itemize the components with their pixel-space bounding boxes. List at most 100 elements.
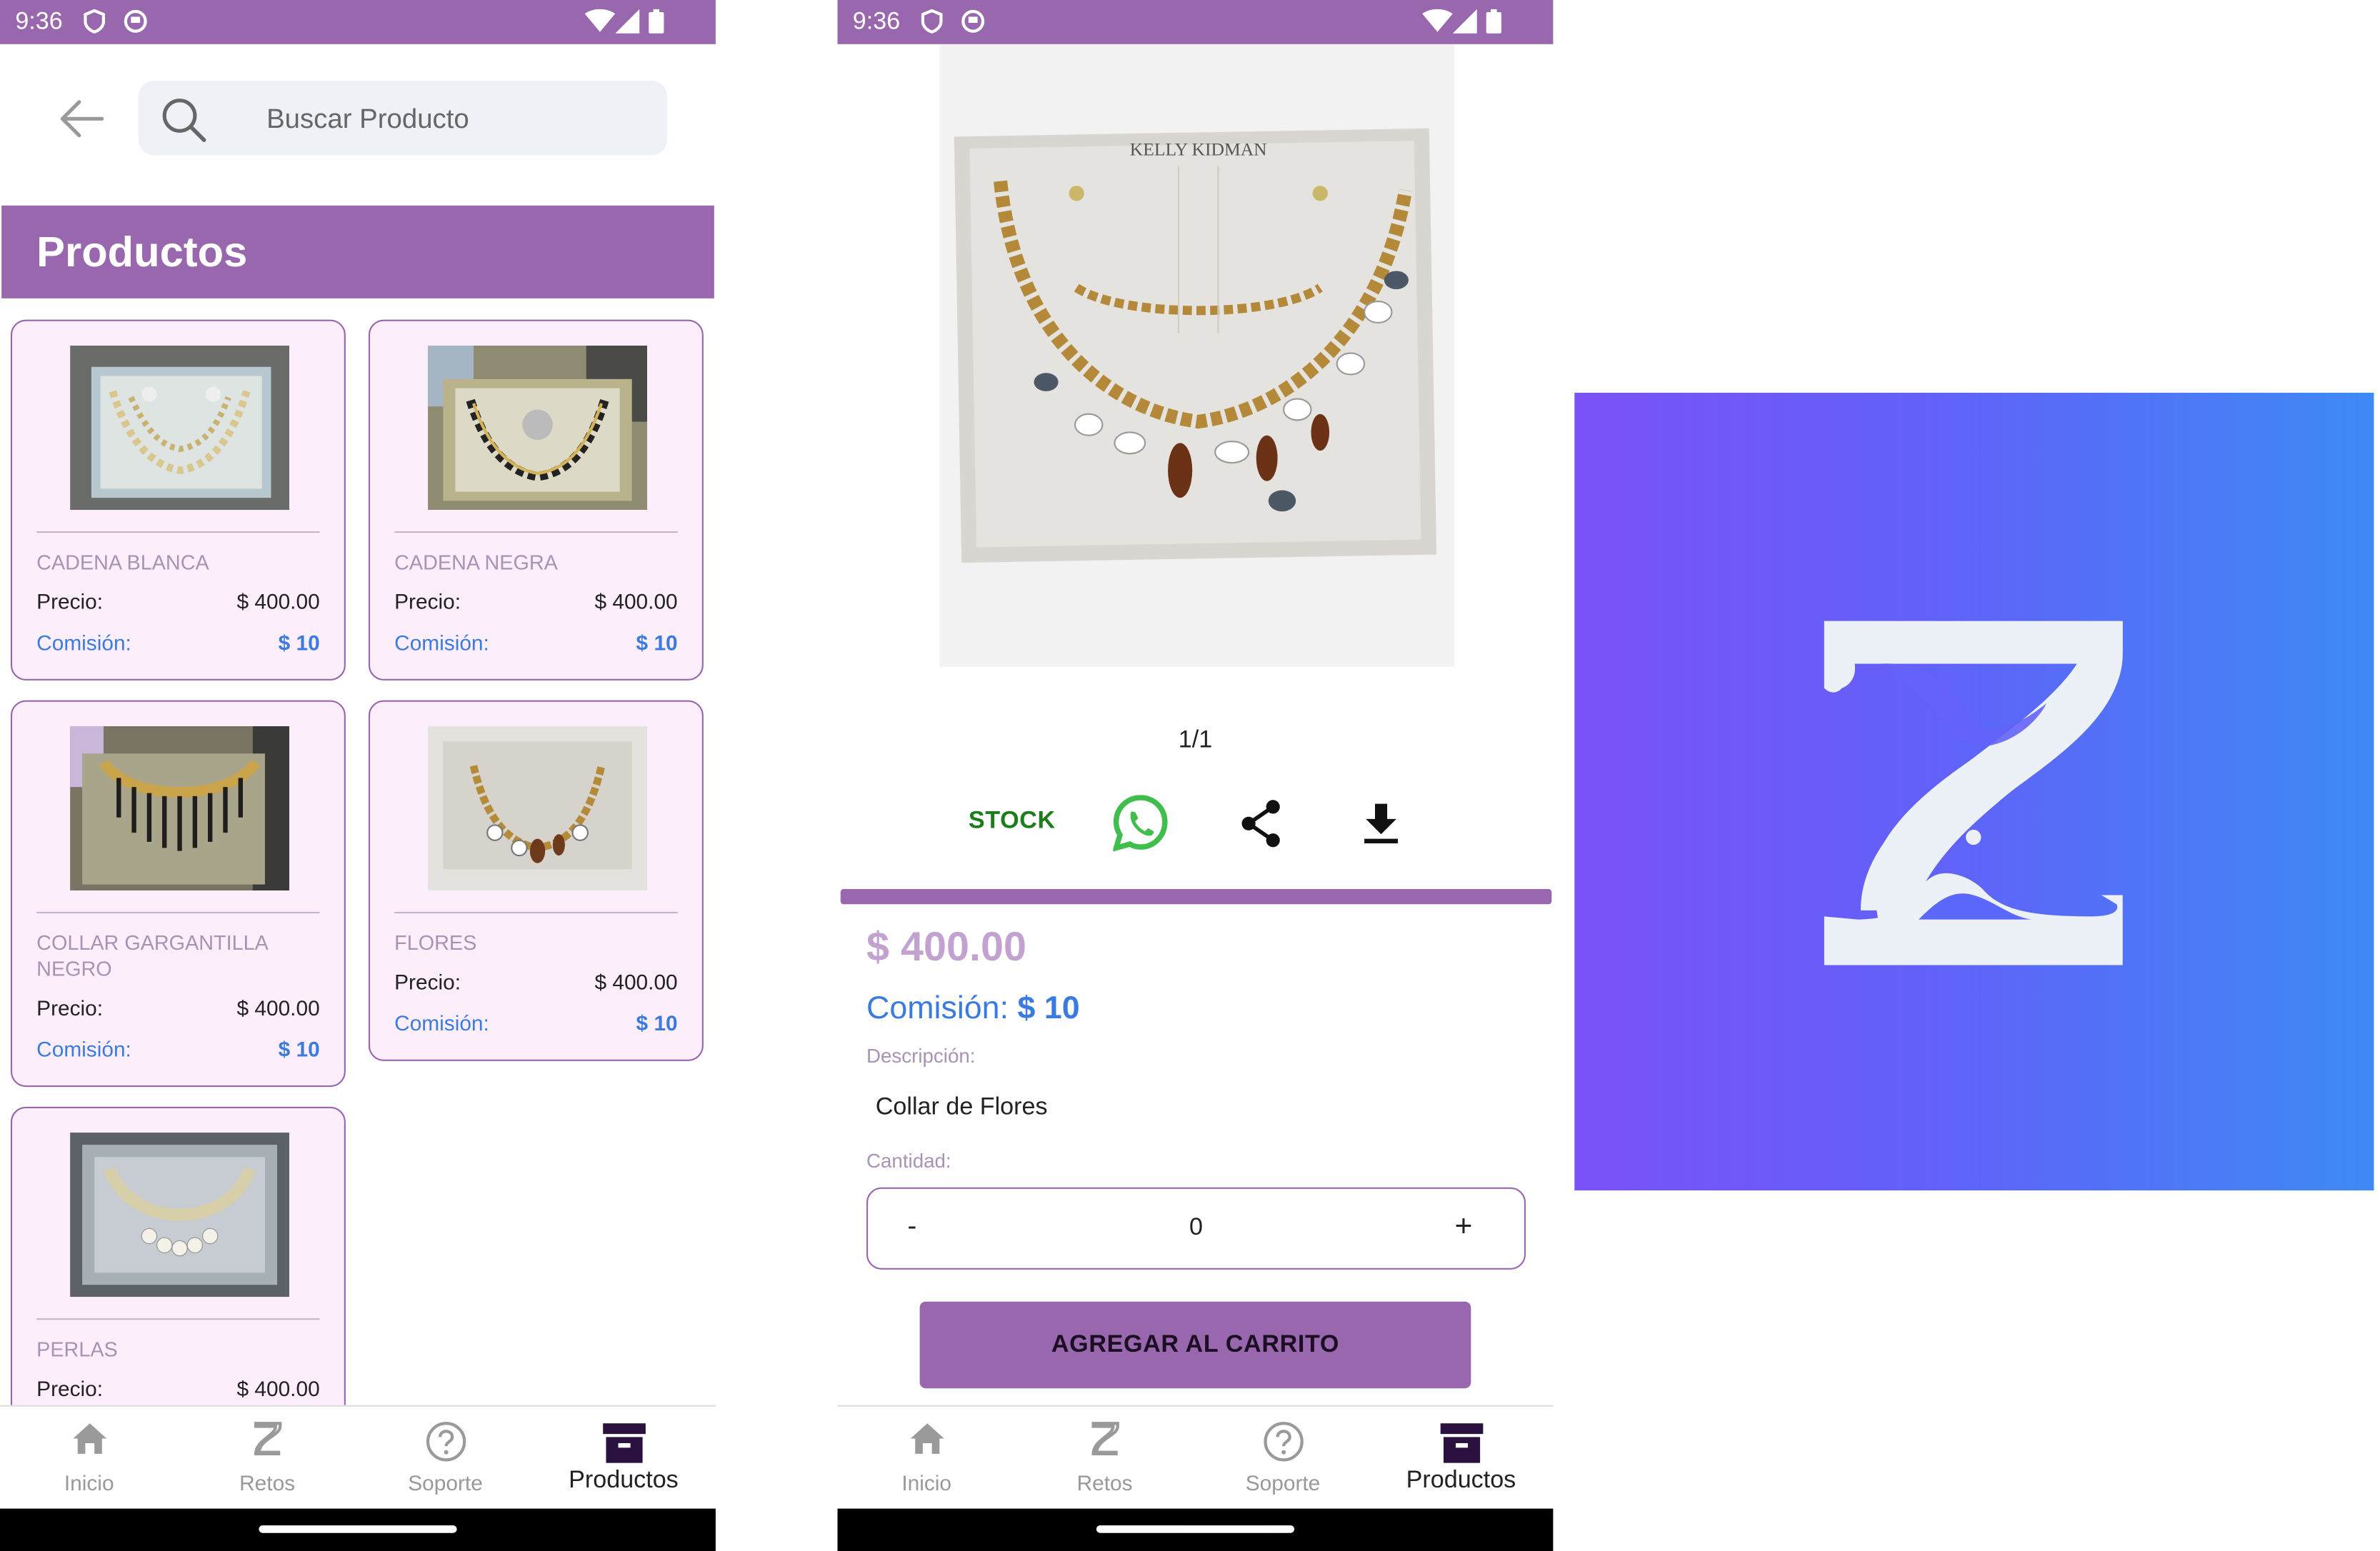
nav-item-retos[interactable]: Retos [178, 1407, 356, 1510]
price-value: $ 400.00 [236, 589, 320, 614]
shield-status-icon [921, 9, 943, 34]
commission-value: $ 10 [278, 630, 320, 655]
bottom-nav: Inicio Retos Soporte Productos [0, 1405, 716, 1510]
nav-label: Retos [1076, 1470, 1133, 1495]
nav-item-productos[interactable]: Productos [1372, 1407, 1550, 1510]
nav-item-inicio[interactable]: Inicio [0, 1407, 178, 1510]
nav-label: Soporte [1245, 1470, 1321, 1495]
price-value: $ 400.00 [594, 589, 678, 614]
stock-button[interactable]: STOCK [969, 808, 1056, 835]
card-divider [394, 911, 678, 914]
signal-icon [615, 9, 640, 34]
card-divider [36, 911, 320, 914]
search-bar [138, 80, 667, 156]
nav-label: Inicio [901, 1470, 952, 1495]
screenshot-stage: 9:36 Productos CADENA BLANCA Precio: $ 4… [0, 0, 2380, 1551]
sync-status-icon [961, 9, 985, 33]
product-image [428, 345, 648, 511]
price-value: $ 400.00 [236, 995, 320, 1020]
home-indicator[interactable] [259, 1525, 457, 1533]
product-image [70, 1133, 290, 1297]
commission-label: Comisión: [394, 1010, 489, 1035]
product-list-screen: 9:36 Productos CADENA BLANCA Precio: $ 4… [0, 0, 716, 1551]
nav-item-soporte[interactable]: Soporte [356, 1407, 534, 1510]
nav-label: Productos [1406, 1467, 1516, 1494]
status-time: 9:36 [15, 9, 63, 36]
battery-icon [1486, 9, 1501, 34]
commission-value: $ 10 [636, 1010, 678, 1035]
product-name: PERLAS [36, 1337, 118, 1361]
product-card-flores[interactable]: FLORES Precio: $ 400.00 Comisión: $ 10 [368, 700, 704, 1061]
status-bar: 9:36 [837, 0, 1554, 44]
nav-item-retos[interactable]: Retos [1016, 1407, 1194, 1510]
price-value: $ 400.00 [236, 1376, 320, 1401]
product-name: FLORES [394, 931, 477, 955]
hourglass-icon [253, 1422, 281, 1456]
quantity-increment-button[interactable]: + [1455, 1210, 1473, 1245]
search-icon[interactable] [160, 96, 209, 144]
card-divider [36, 531, 320, 533]
help-circle-icon [425, 1422, 466, 1462]
add-to-cart-button[interactable]: AGREGAR AL CARRITO [919, 1301, 1471, 1389]
detail-commission: Comisión: $ 10 [866, 991, 1080, 1028]
price-label: Precio: [36, 1376, 104, 1401]
description-text: Collar de Flores [875, 1094, 1048, 1121]
home-indicator[interactable] [1096, 1525, 1295, 1533]
commission-label: Comisión: [866, 990, 1009, 1026]
card-divider [394, 531, 678, 533]
brand-text: KELLY KIDMAN [1130, 139, 1267, 159]
nav-label: Inicio [64, 1470, 114, 1495]
sync-status-icon [124, 9, 147, 33]
battery-icon [649, 9, 664, 34]
bottom-nav: Inicio Retos Soporte Productos [837, 1405, 1554, 1510]
nav-label: Retos [239, 1470, 296, 1495]
wifi-icon [584, 9, 616, 32]
home-icon [909, 1423, 944, 1454]
detail-price: $ 400.00 [866, 924, 1027, 970]
products-header: Productos [1, 205, 714, 298]
help-circle-icon [1263, 1422, 1303, 1462]
quantity-stepper: - 0 + [866, 1187, 1526, 1270]
price-value: $ 400.00 [594, 969, 678, 995]
hourglass-icon [1091, 1422, 1119, 1456]
card-divider [36, 1318, 320, 1320]
download-icon[interactable] [1363, 802, 1399, 845]
nav-label: Productos [569, 1467, 679, 1494]
description-label: Descripción: [866, 1044, 976, 1068]
price-label: Precio: [394, 969, 461, 995]
price-label: Precio: [36, 995, 104, 1020]
search-input[interactable] [263, 99, 651, 139]
hourglass-logo-icon [1824, 621, 2123, 965]
product-name: CADENA NEGRA [394, 551, 558, 574]
product-detail-screen: 9:36 KELLY KIDMAN 1/1 STOCK $ 400.00 Com… [837, 0, 1554, 1551]
wifi-icon [1422, 9, 1453, 32]
price-label: Precio: [36, 589, 104, 614]
product-card-cadena-negra[interactable]: CADENA NEGRA Precio: $ 400.00 Comisión: … [368, 319, 704, 681]
nav-item-productos[interactable]: Productos [534, 1407, 712, 1510]
product-name: COLLAR GARGANTILLA NEGRO [36, 931, 268, 980]
product-card-collar-gargantilla-negro[interactable]: COLLAR GARGANTILLA NEGRO Precio: $ 400.0… [10, 700, 346, 1088]
product-image [428, 726, 648, 891]
share-icon[interactable] [1239, 799, 1282, 848]
gesture-bar [837, 1508, 1554, 1551]
product-image [70, 345, 290, 511]
commission-value: $ 10 [278, 1036, 320, 1061]
nav-item-inicio[interactable]: Inicio [837, 1407, 1015, 1510]
product-photo[interactable]: KELLY KIDMAN [939, 44, 1454, 667]
product-card-cadena-blanca[interactable]: CADENA BLANCA Precio: $ 400.00 Comisión:… [10, 319, 346, 681]
quantity-value[interactable]: 0 [868, 1215, 1524, 1242]
whatsapp-icon[interactable] [1113, 795, 1168, 853]
nav-item-soporte[interactable]: Soporte [1194, 1407, 1371, 1510]
quantity-label: Cantidad: [866, 1149, 951, 1173]
commission-value: $ 10 [636, 630, 678, 655]
back-arrow-icon[interactable] [58, 97, 106, 140]
gesture-bar [0, 1508, 716, 1551]
archive-box-icon [1439, 1423, 1483, 1463]
nav-label: Soporte [408, 1470, 483, 1495]
signal-icon [1452, 9, 1477, 34]
product-image [70, 726, 290, 891]
image-pager: 1/1 [1178, 728, 1213, 754]
status-time: 9:36 [852, 9, 901, 36]
commission-value: $ 10 [1017, 990, 1080, 1026]
app-logo [1574, 393, 2374, 1191]
